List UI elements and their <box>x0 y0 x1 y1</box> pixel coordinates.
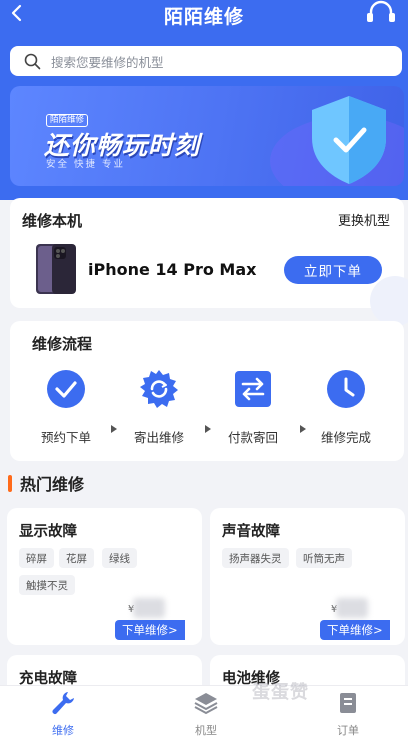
fault-card-display[interactable]: 显示故障 碎屏 花屏 绿线 触摸不灵 ¥ 下单维修> <box>7 508 202 645</box>
fault-chip[interactable]: 听筒无声 <box>296 548 352 568</box>
wrench-icon <box>52 692 74 714</box>
step-label: 预约下单 <box>40 430 91 445</box>
repair-device-card: 维修本机 更换机型 iPhone 14 Pro Max 立即下单 <box>10 198 408 326</box>
step-label: 付款寄回 <box>227 430 278 445</box>
price-blurred <box>336 598 368 618</box>
tab-repair[interactable]: 维修 <box>28 690 98 737</box>
section-title: 热门维修 <box>20 475 85 494</box>
order-repair-button[interactable]: 下单维修> <box>115 620 185 640</box>
hot-repair-heading: 热门维修 <box>8 472 84 494</box>
fault-title: 显示故障 <box>19 524 77 540</box>
search-input[interactable]: 搜索您要维修的机型 <box>10 46 402 76</box>
corner-decoration <box>370 276 408 326</box>
fault-chip[interactable]: 绿线 <box>102 548 137 568</box>
process-step-pay: 付款寄回 <box>218 369 288 446</box>
page-title: 陌陌维修 <box>163 6 244 28</box>
search-icon <box>24 53 41 69</box>
change-model-link[interactable]: 更换机型 <box>338 210 390 229</box>
step-arrow <box>300 425 306 433</box>
process-step-done: 维修完成 <box>311 369 381 446</box>
fault-card-sound[interactable]: 声音故障 扬声器失灵 听筒无声 ¥ 下单维修> <box>210 508 405 645</box>
step-label: 维修完成 <box>320 430 371 445</box>
app-header: 陌陌维修 <box>0 0 408 40</box>
repair-process-card: 维修流程 预约下单 寄出维修 付款寄回 维修完成 <box>10 321 404 461</box>
process-step-book: 预约下单 <box>31 369 101 446</box>
step-arrow <box>111 425 117 433</box>
fault-chip[interactable]: 花屏 <box>59 548 94 568</box>
section-accent-bar <box>8 474 12 492</box>
transfer-arrows-icon <box>235 371 271 407</box>
tab-label: 维修 <box>52 724 74 737</box>
banner-subline: 安全 快捷 专业 <box>46 159 126 170</box>
repair-title: 维修本机 <box>22 212 83 230</box>
fault-chip[interactable]: 扬声器失灵 <box>222 548 289 568</box>
process-step-ship: 寄出维修 <box>124 369 194 446</box>
tab-models[interactable]: 机型 <box>171 690 241 737</box>
bottom-tab-bar: 维修 机型 订单 <box>0 685 408 737</box>
step-label: 寄出维修 <box>133 430 184 445</box>
fault-title: 声音故障 <box>222 524 280 540</box>
clock-icon <box>327 370 365 408</box>
tab-orders[interactable]: 订单 <box>313 690 383 737</box>
customer-service-icon[interactable] <box>364 0 398 26</box>
phone-image <box>36 244 76 294</box>
shield-check-icon <box>312 96 386 184</box>
tab-label: 订单 <box>337 724 359 737</box>
watermark: 蛋蛋赞 <box>252 682 309 703</box>
order-icon <box>340 693 356 713</box>
order-now-button[interactable]: 立即下单 <box>284 256 382 284</box>
layers-icon <box>194 693 218 715</box>
sync-gear-icon <box>140 370 178 408</box>
step-arrow <box>205 425 211 433</box>
search-placeholder: 搜索您要维修的机型 <box>51 54 164 70</box>
process-title: 维修流程 <box>32 335 93 353</box>
fault-chip[interactable]: 触摸不灵 <box>19 575 75 595</box>
price-blurred <box>133 598 165 618</box>
check-circle-icon <box>47 370 85 408</box>
promo-banner[interactable]: 陌陌维修 还你畅玩时刻 安全 快捷 专业 <box>10 86 404 186</box>
fault-chip[interactable]: 碎屏 <box>19 548 54 568</box>
order-repair-button[interactable]: 下单维修> <box>320 620 390 640</box>
tab-label: 机型 <box>195 724 217 737</box>
device-model-name: iPhone 14 Pro Max <box>88 260 257 279</box>
